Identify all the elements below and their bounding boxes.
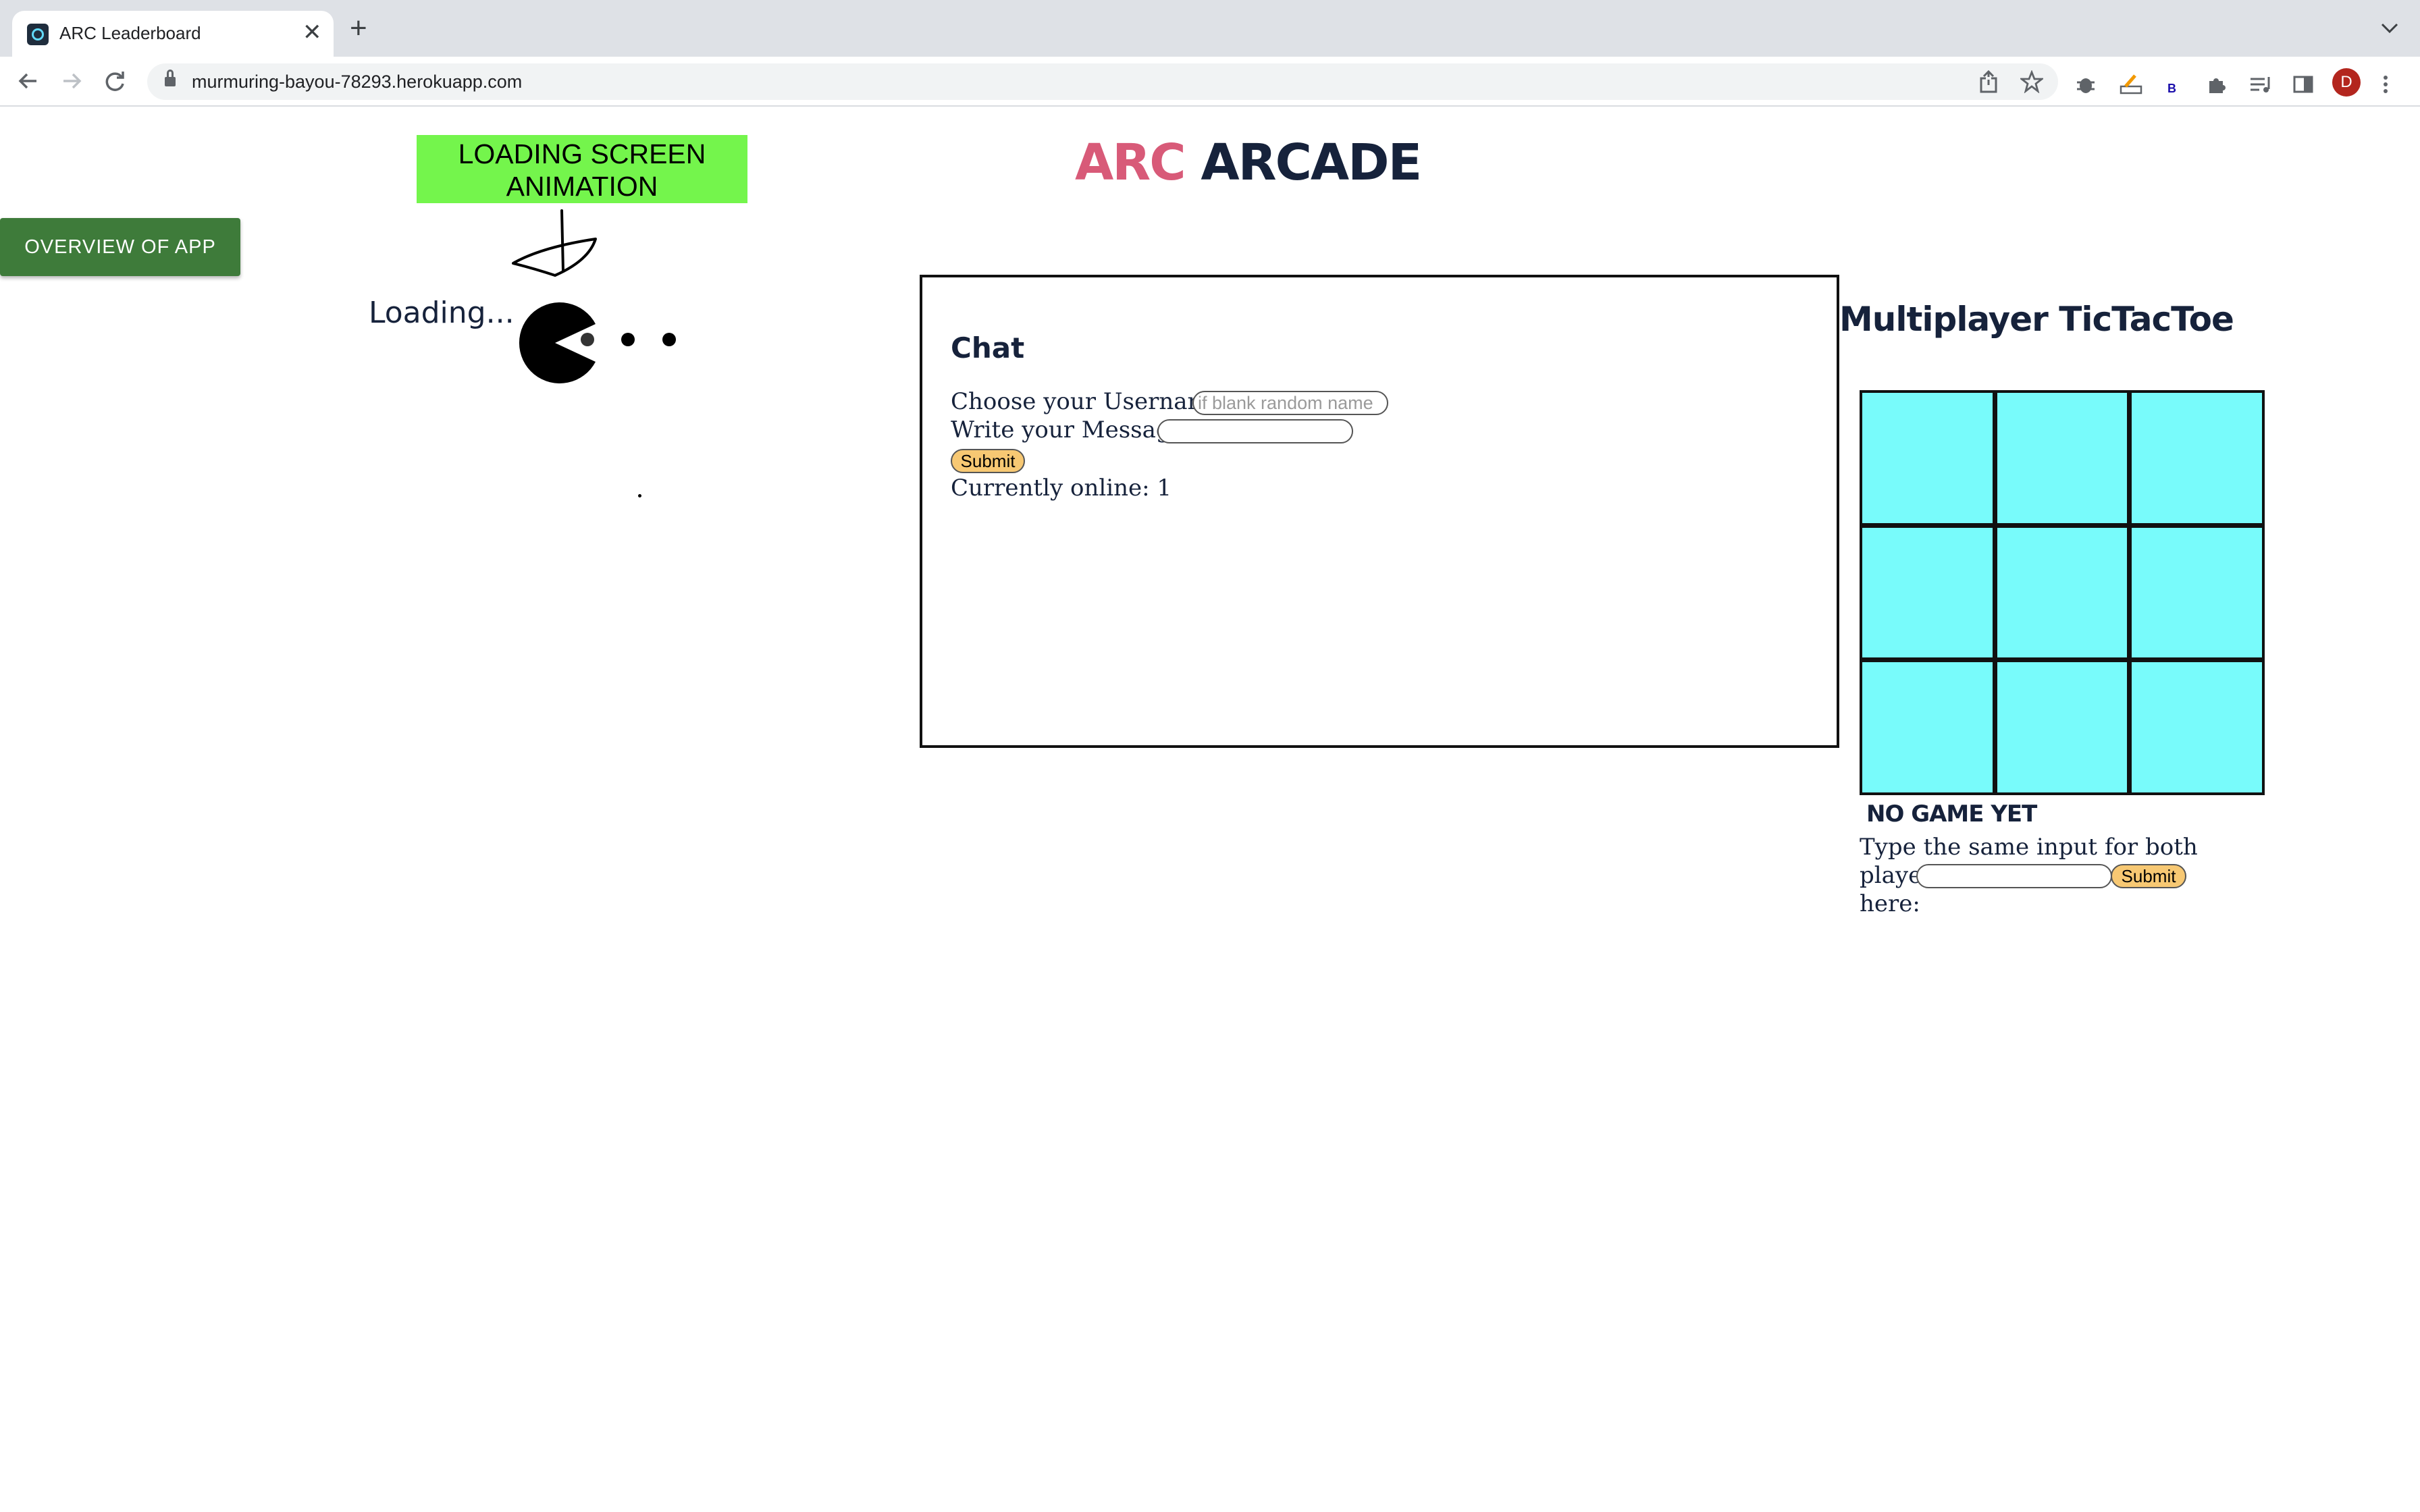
board-cell[interactable] bbox=[1862, 393, 1993, 523]
title-arc: ARC bbox=[1075, 134, 1186, 192]
page-title: ARC ARCADE bbox=[1075, 134, 1422, 192]
loading-banner-line2: ANIMATION bbox=[506, 171, 658, 202]
tictactoe-title: Multiplayer TicTacToe bbox=[1839, 300, 2234, 339]
board-cell[interactable] bbox=[1862, 662, 1993, 792]
board-cell[interactable] bbox=[1997, 527, 2128, 658]
board-cell[interactable] bbox=[2132, 662, 2262, 792]
loading-screen-banner: LOADING SCREEN ANIMATION bbox=[417, 135, 747, 203]
game-submit-button[interactable]: Submit bbox=[2111, 864, 2186, 888]
browser-tab-strip: ARC Leaderboard ✕ + bbox=[0, 0, 2420, 57]
forward-arrow-icon[interactable] bbox=[55, 65, 88, 97]
board-cell[interactable] bbox=[2132, 527, 2262, 658]
back-arrow-icon[interactable] bbox=[12, 65, 45, 97]
username-label: Choose your Username! bbox=[951, 388, 1232, 415]
board-cell[interactable] bbox=[1862, 527, 1993, 658]
online-count: Currently online: 1 bbox=[951, 475, 1172, 502]
pencil-ruler-extension-icon[interactable] bbox=[2119, 73, 2143, 101]
message-input[interactable] bbox=[1157, 419, 1353, 443]
lock-icon[interactable] bbox=[165, 70, 176, 87]
game-code-input[interactable] bbox=[1916, 864, 2112, 888]
pacman-icon bbox=[519, 302, 676, 383]
side-panel-icon[interactable] bbox=[2292, 73, 2315, 101]
stray-dot bbox=[638, 494, 641, 497]
address-bar[interactable]: murmuring-bayou-78293.herokuapp.com bbox=[147, 63, 2058, 100]
browser-tab[interactable]: ARC Leaderboard ✕ bbox=[12, 11, 334, 57]
bookmark-star-icon[interactable] bbox=[2018, 70, 2045, 99]
tab-search-chevron-icon[interactable] bbox=[2379, 18, 2400, 40]
game-status: NO GAME YET bbox=[1866, 801, 2037, 828]
chat-heading: Chat bbox=[951, 331, 1025, 364]
tictactoe-board bbox=[1860, 390, 2265, 795]
close-tab-icon[interactable]: ✕ bbox=[302, 19, 322, 46]
profile-avatar[interactable]: D bbox=[2332, 68, 2361, 97]
loading-text: Loading... bbox=[369, 296, 515, 330]
reading-list-icon[interactable] bbox=[2248, 73, 2273, 101]
reload-icon[interactable] bbox=[99, 65, 131, 97]
chat-panel: Chat Choose your Username! if blank rand… bbox=[920, 275, 1839, 748]
browser-toolbar: murmuring-bayou-78293.herokuapp.com B D bbox=[0, 57, 2420, 107]
hand-drawn-arrow-icon bbox=[512, 209, 597, 277]
url-text[interactable]: murmuring-bayou-78293.herokuapp.com bbox=[192, 72, 522, 92]
board-cell[interactable] bbox=[1997, 662, 2128, 792]
board-cell[interactable] bbox=[2132, 393, 2262, 523]
board-cell[interactable] bbox=[1997, 393, 2128, 523]
react-favicon-icon bbox=[27, 24, 49, 45]
kebab-menu-icon[interactable] bbox=[2381, 73, 2390, 101]
username-input[interactable]: if blank random name bbox=[1192, 391, 1388, 415]
tab-title: ARC Leaderboard bbox=[59, 23, 201, 43]
chat-submit-button[interactable]: Submit bbox=[951, 449, 1025, 473]
puzzle-extensions-icon[interactable] bbox=[2205, 73, 2228, 101]
game-prompt-line2: here: bbox=[1860, 890, 1920, 917]
title-arcade: ARCADE bbox=[1201, 134, 1422, 192]
loading-banner-line1: LOADING SCREEN bbox=[458, 138, 706, 169]
bug-extension-icon[interactable] bbox=[2074, 73, 2097, 101]
overview-of-app-button[interactable]: OVERVIEW OF APP bbox=[0, 218, 240, 276]
share-icon[interactable] bbox=[1978, 70, 1999, 99]
b-extension-icon[interactable]: B bbox=[2167, 77, 2176, 100]
new-tab-icon[interactable]: + bbox=[350, 14, 367, 43]
